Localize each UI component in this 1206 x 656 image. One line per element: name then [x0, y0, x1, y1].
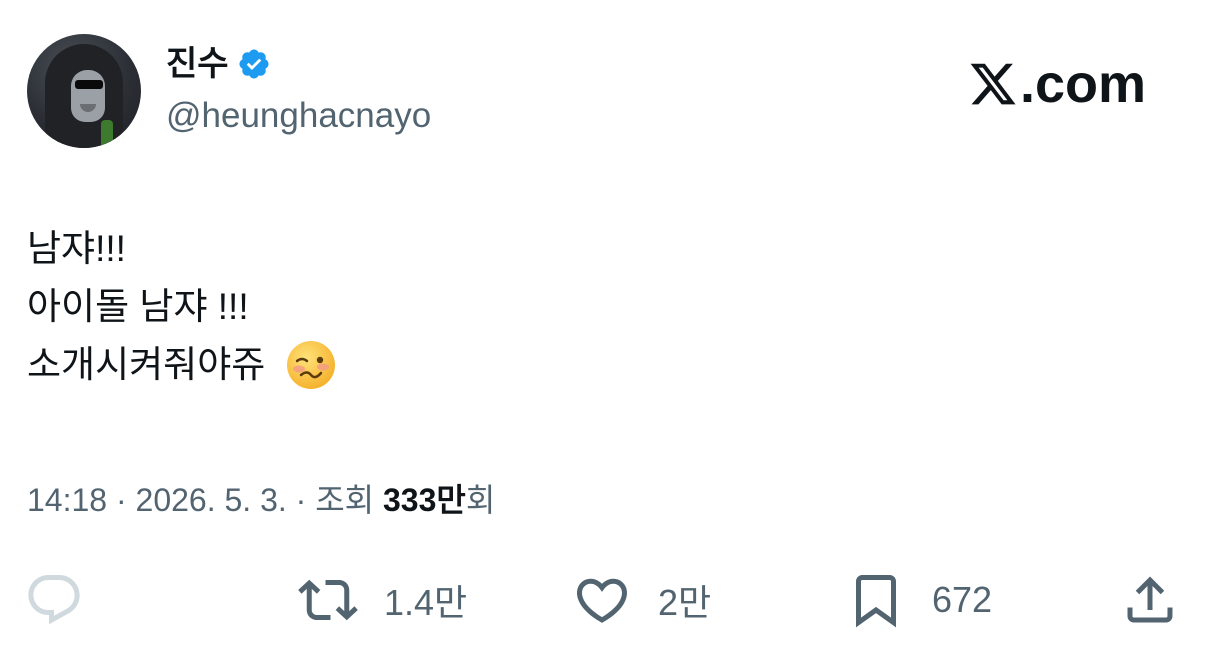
- tweet-time[interactable]: 14:18: [27, 482, 107, 518]
- views-label: 조회: [315, 482, 375, 518]
- like-button[interactable]: 2만: [572, 570, 711, 630]
- author-display-name[interactable]: 진수: [166, 44, 229, 84]
- views-suffix: 회: [465, 482, 496, 518]
- tweet-date[interactable]: 2026. 5. 3.: [136, 482, 287, 518]
- avatar-sunglasses: [75, 80, 103, 89]
- heart-icon: [576, 578, 628, 623]
- retweet-icon: [298, 579, 358, 621]
- retweet-button[interactable]: 1.4만: [298, 570, 467, 630]
- tweet-text: 남쟈!!! 아이돌 남쟈 !!! 소개시켜줘야쥬: [27, 220, 337, 394]
- bookmark-icon: [856, 575, 896, 628]
- x-logo-icon: [970, 63, 1016, 105]
- tweet-line: 소개시켜줘야쥬: [27, 336, 337, 394]
- tweet-line: 남쟈!!!: [27, 228, 126, 269]
- avatar-face: [71, 70, 105, 122]
- share-icon: [1127, 576, 1173, 623]
- x-brand: .com: [968, 54, 1146, 114]
- reply-button[interactable]: [24, 570, 110, 630]
- like-count: 2만: [658, 582, 712, 623]
- avatar-bottle: [101, 120, 113, 148]
- bookmark-button[interactable]: 672: [846, 570, 992, 630]
- bookmark-count: 672: [932, 579, 993, 620]
- verified-badge-icon: [239, 49, 269, 79]
- tweet-line: 아이돌 남쟈 !!!: [27, 286, 249, 327]
- avatar[interactable]: [27, 34, 141, 148]
- brand-domain: .com: [1020, 54, 1147, 114]
- author-handle[interactable]: @heunghacnayo: [166, 96, 431, 136]
- share-button[interactable]: [1120, 570, 1180, 630]
- views-count: 333만: [382, 482, 466, 518]
- woozy-face-emoji-icon: [287, 341, 336, 389]
- tweet-meta: 14:18 · 2026. 5. 3. · 조회 333만회: [27, 482, 496, 518]
- retweet-count: 1.4만: [384, 582, 468, 623]
- action-bar: 1.4만 2만 672: [0, 570, 1206, 630]
- author-name-row[interactable]: 진수: [166, 44, 271, 84]
- reply-icon: [28, 575, 80, 625]
